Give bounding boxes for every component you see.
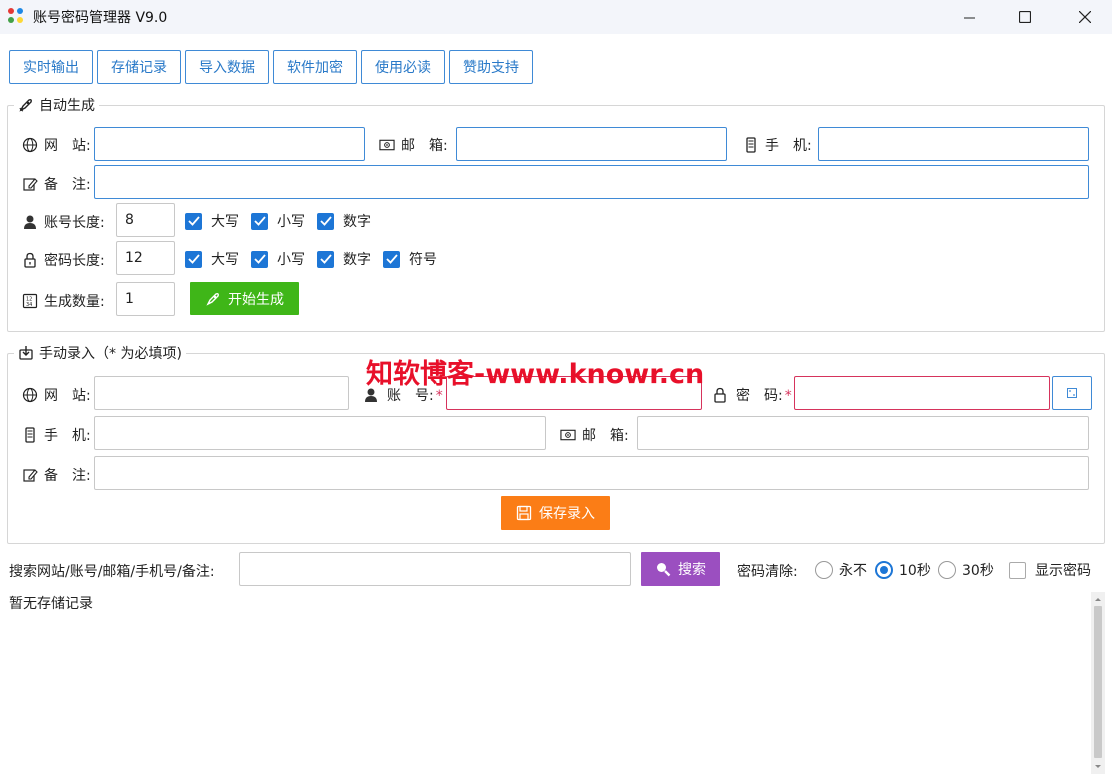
checkbox-checked-icon [251, 250, 268, 268]
phone-label: 手 机: [743, 135, 812, 155]
scroll-down-icon [1095, 765, 1101, 768]
maximize-icon [1019, 11, 1031, 23]
radio-unchecked-icon [815, 561, 833, 579]
manual-website-label: 网 站: [22, 385, 91, 405]
clear-10s-radio[interactable]: 10秒 [875, 560, 931, 580]
auto-email-input[interactable] [456, 127, 727, 161]
maximize-button[interactable] [1002, 0, 1048, 34]
edit-note-icon [23, 178, 38, 191]
auto-generate-title: 自动生成 [39, 98, 95, 114]
rocket-icon [206, 292, 219, 306]
scrollbar-thumb[interactable] [1094, 606, 1102, 758]
tab-realtime-output[interactable]: 实时输出 [9, 50, 93, 84]
edit-note-icon [23, 469, 38, 482]
count-label: 12 34 生成数量: [22, 291, 105, 311]
search-input[interactable] [239, 552, 631, 586]
password-digit-checkbox[interactable]: 数字 [317, 249, 371, 269]
account-digit-checkbox[interactable]: 数字 [317, 211, 371, 231]
checkbox-checked-icon [185, 212, 202, 230]
manual-note-label: 备 注: [22, 465, 91, 485]
search-label: 搜索网站/账号/邮箱/手机号/备注: [9, 564, 215, 580]
account-length-label: 账号长度: [22, 212, 105, 232]
email-icon [379, 139, 395, 151]
globe-icon [22, 137, 38, 153]
save-entry-button[interactable]: 保存录入 [501, 496, 610, 530]
tab-software-encrypt[interactable]: 软件加密 [273, 50, 357, 84]
password-upper-checkbox[interactable]: 大写 [185, 249, 239, 269]
manual-password-label: 密 码: * [712, 385, 792, 405]
manual-phone-label: 手 机: [22, 425, 91, 445]
account-length-input[interactable]: 8 [116, 203, 175, 237]
account-lower-checkbox[interactable]: 小写 [251, 211, 305, 231]
password-clear-label: 密码清除: [737, 564, 798, 580]
manual-entry-legend: 手动录入（* 为必填项) [14, 343, 186, 363]
manual-website-input[interactable] [94, 376, 349, 410]
checkbox-checked-icon [251, 212, 268, 230]
email-label: 邮 箱: [379, 135, 448, 155]
tab-sponsor[interactable]: 赞助支持 [449, 50, 533, 84]
auto-generate-legend: 自动生成 [14, 95, 99, 115]
search-icon [657, 563, 671, 577]
manual-phone-input[interactable] [94, 416, 546, 450]
clear-30s-radio[interactable]: 30秒 [938, 560, 994, 580]
show-password-checkbox[interactable]: 显示密码 [1009, 560, 1091, 580]
manual-entry-title: 手动录入（* 为必填项) [39, 346, 182, 362]
lock-icon [714, 387, 726, 403]
account-upper-checkbox[interactable]: 大写 [185, 211, 239, 231]
app-logo-icon [8, 8, 25, 25]
dice-icon [1067, 388, 1077, 398]
window-title: 账号密码管理器 V9.0 [33, 10, 168, 26]
tab-stored-records[interactable]: 存储记录 [97, 50, 181, 84]
required-mark: * [784, 388, 792, 404]
save-icon [516, 505, 532, 521]
website-label: 网 站: [22, 135, 91, 155]
note-label: 备 注: [22, 174, 91, 194]
checkbox-checked-icon [317, 212, 334, 230]
user-icon [24, 215, 36, 229]
watermark-text: 知软博客-www.knowr.cn [366, 359, 705, 390]
tab-must-read[interactable]: 使用必读 [361, 50, 445, 84]
start-generate-button[interactable]: 开始生成 [190, 282, 299, 315]
phone-icon [746, 137, 756, 153]
phone-icon [25, 427, 35, 443]
checkbox-unchecked-icon [1009, 561, 1026, 579]
manual-email-input[interactable] [637, 416, 1089, 450]
download-box-icon [19, 346, 33, 360]
password-length-input[interactable]: 12 [116, 241, 175, 275]
title-bar: 账号密码管理器 V9.0 [0, 0, 1112, 34]
email-icon [560, 429, 576, 441]
radio-unchecked-icon [938, 561, 956, 579]
calculator-icon: 1234 [22, 293, 38, 309]
clear-never-radio[interactable]: 永不 [815, 560, 867, 580]
auto-phone-input[interactable] [818, 127, 1089, 161]
tab-import-data[interactable]: 导入数据 [185, 50, 269, 84]
scroll-up-icon [1095, 598, 1101, 601]
records-scrollbar[interactable] [1091, 592, 1105, 774]
minimize-icon [963, 17, 975, 18]
generate-password-button[interactable] [1052, 376, 1092, 410]
auto-note-input[interactable] [94, 165, 1089, 199]
globe-icon [22, 387, 38, 403]
checkbox-checked-icon [185, 250, 202, 268]
search-button[interactable]: 搜索 [641, 552, 720, 586]
password-length-label: 密码长度: [22, 250, 105, 270]
empty-records-text: 暂无存储记录 [9, 596, 93, 612]
auto-website-input[interactable] [94, 127, 365, 161]
lock-icon [24, 252, 36, 268]
close-button[interactable] [1062, 0, 1108, 34]
rocket-icon [19, 99, 32, 112]
close-icon [1079, 11, 1091, 23]
count-input[interactable]: 1 [116, 282, 175, 316]
manual-note-input[interactable] [94, 456, 1089, 490]
checkbox-checked-icon [383, 250, 400, 268]
checkbox-checked-icon [317, 250, 334, 268]
manual-email-label: 邮 箱: [560, 425, 629, 445]
minimize-button[interactable] [946, 0, 992, 34]
password-symbol-checkbox[interactable]: 符号 [383, 249, 437, 269]
radio-checked-icon [875, 561, 893, 579]
svg-text:34: 34 [26, 302, 32, 308]
manual-password-input[interactable] [794, 376, 1050, 410]
password-lower-checkbox[interactable]: 小写 [251, 249, 305, 269]
